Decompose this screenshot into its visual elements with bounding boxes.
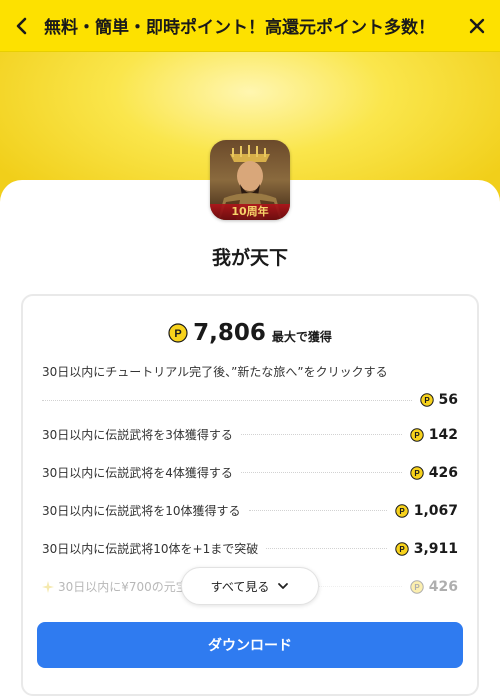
total-points-suffix: 最大で獲得 (271, 329, 332, 344)
task-label: 30日以内に伝説武将10体を+1まで突破 (42, 542, 259, 556)
task-points: 426 (428, 464, 458, 481)
svg-text:P: P (424, 396, 430, 405)
app-icon: 10周年 (210, 140, 290, 220)
task-reward: P 56 (419, 392, 458, 408)
task-reward: P 426 (410, 465, 458, 481)
page-title: 無料・簡単・即時ポイント！高還元ポイント多数！ (44, 18, 435, 38)
task-reward: P 3,911 (395, 541, 458, 557)
divider (42, 399, 412, 401)
total-points-value: 7,806 (193, 320, 266, 346)
chevron-left-icon (16, 17, 27, 34)
app-name: 我が天下 (211, 247, 288, 269)
point-coin-icon: P (419, 393, 434, 407)
point-coin-icon: P (410, 579, 424, 594)
task-points: 426 (428, 578, 458, 595)
download-label: ダウンロード (208, 638, 292, 654)
divider (266, 548, 387, 549)
point-coin-icon: P (410, 465, 424, 480)
task-label: 30日以内にチュートリアル完了後、”新たな旅へ”をクリックする (42, 365, 388, 379)
close-icon (469, 18, 485, 33)
task-points: 56 (438, 392, 458, 408)
back-button[interactable] (0, 0, 44, 52)
task-points: 1,067 (413, 502, 458, 519)
task-reward: P 1,067 (395, 503, 458, 519)
task-label: 30日以内に伝説武将を10体獲得する (42, 504, 241, 518)
point-coin-icon: P (395, 541, 409, 556)
app-icon-badge: 10周年 (231, 205, 269, 218)
chevron-down-icon (278, 583, 289, 589)
task-label: 30日以内に¥700の元宝 (58, 580, 188, 594)
point-coin-icon: P (410, 427, 424, 442)
divider (240, 472, 402, 473)
top-bar: 無料・簡単・即時ポイント！高還元ポイント多数！ (0, 0, 500, 52)
point-coin-letter: P (174, 328, 181, 340)
svg-text:P: P (414, 583, 420, 592)
sparkle-icon (42, 580, 54, 593)
task-points: 3,911 (413, 540, 458, 557)
divider (248, 510, 387, 511)
task-label: 30日以内に伝説武将を4体獲得する (42, 466, 233, 480)
svg-text:P: P (399, 545, 405, 554)
svg-text:P: P (414, 431, 420, 440)
task-reward: P 142 (410, 427, 458, 443)
point-coin-icon: P (168, 323, 188, 343)
divider (240, 434, 402, 435)
task-item: 30日以内に伝説武将を10体獲得する P 1,067 (42, 502, 458, 519)
task-label: 30日以内に伝説武将を3体獲得する (42, 428, 233, 442)
task-item: 30日以内に伝説武将を4体獲得する P 426 (42, 464, 458, 481)
see-all-label: すべて見る (210, 579, 270, 594)
task-points: 142 (428, 426, 458, 443)
task-reward: P 426 (410, 579, 458, 595)
point-coin-icon: P (395, 503, 409, 518)
see-all-button[interactable]: すべて見る (181, 567, 319, 605)
close-button[interactable] (454, 0, 500, 52)
svg-text:P: P (399, 507, 405, 516)
download-button[interactable]: ダウンロード (37, 622, 463, 668)
task-item: 30日以内にチュートリアル完了後、”新たな旅へ”をクリックする P 56 (42, 363, 458, 408)
svg-text:P: P (414, 469, 420, 478)
task-item: 30日以内に伝説武将を3体獲得する P 142 (42, 426, 458, 443)
total-points: P 7,806 最大で獲得 (0, 320, 500, 346)
task-item: 30日以内に伝説武将10体を+1まで突破 P 3,911 (42, 540, 458, 557)
